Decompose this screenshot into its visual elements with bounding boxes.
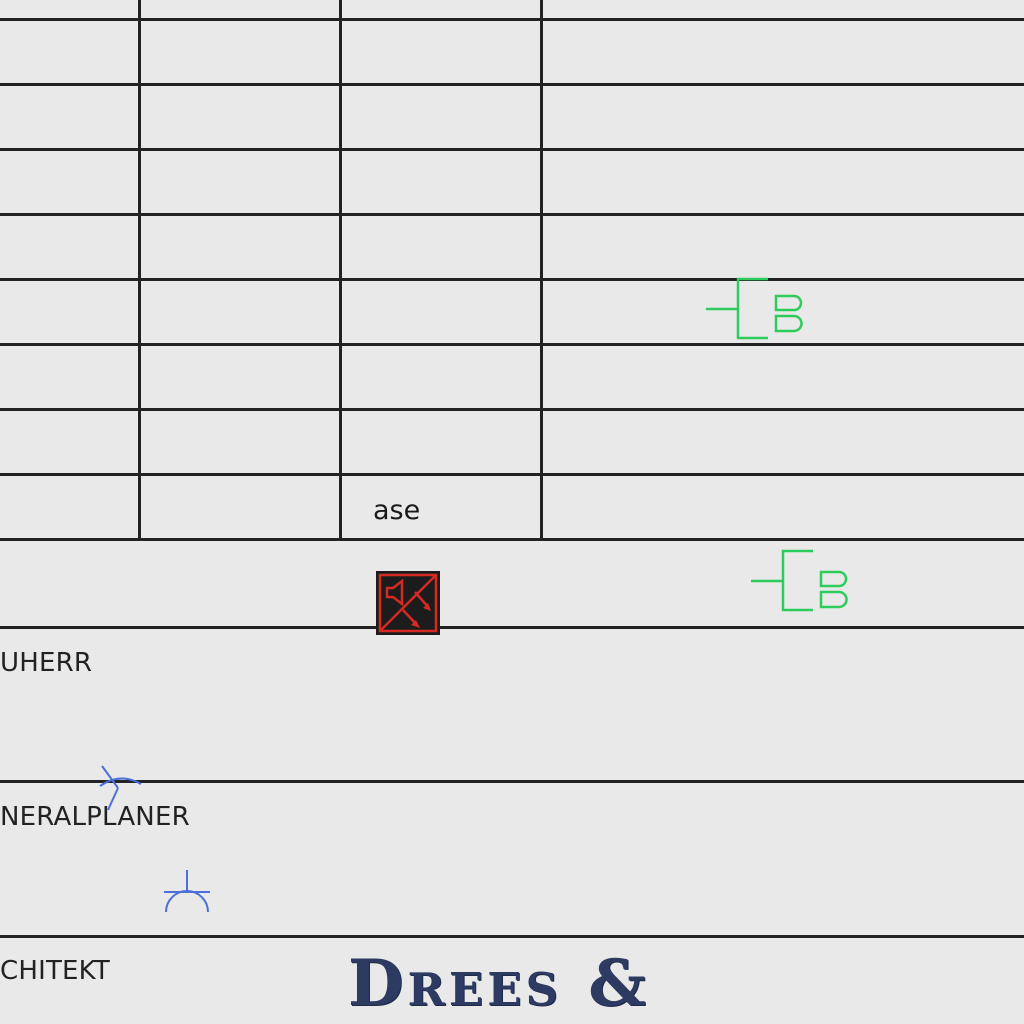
title-block-line bbox=[0, 780, 1024, 783]
outlet-symbol-icon bbox=[706, 277, 803, 340]
logo-text: Drees & bbox=[348, 946, 651, 1021]
speaker-warning-icon bbox=[376, 571, 440, 635]
bauherr-label: UHERR bbox=[0, 648, 93, 678]
table-row-line bbox=[0, 343, 1024, 346]
table-row-line bbox=[0, 408, 1024, 411]
table-row-line bbox=[0, 278, 1024, 281]
table-cell-phase: ase bbox=[373, 495, 421, 526]
company-logo: Drees & bbox=[348, 952, 768, 1024]
antenna-symbol-icon bbox=[164, 870, 210, 913]
antenna-symbol-icon bbox=[99, 765, 142, 811]
title-block-line bbox=[0, 935, 1024, 938]
table-row-line bbox=[0, 148, 1024, 151]
title-block-line bbox=[0, 626, 1024, 629]
table-column-line bbox=[540, 0, 543, 540]
generalplaner-label: NERALPLANER bbox=[0, 802, 190, 832]
table-row-line bbox=[0, 213, 1024, 216]
outlet-symbol-icon bbox=[751, 549, 848, 612]
table-column-line bbox=[339, 0, 342, 540]
table-row-line bbox=[0, 18, 1024, 21]
table-row-line bbox=[0, 83, 1024, 86]
table-bottom-line bbox=[0, 538, 1024, 541]
table-column-line bbox=[138, 0, 141, 540]
drawing-sheet: ase UHERR NERALPLANER CHITEKT Drees & bbox=[0, 0, 1024, 1024]
architekt-label: CHITEKT bbox=[0, 956, 110, 986]
table-row-line bbox=[0, 473, 1024, 476]
